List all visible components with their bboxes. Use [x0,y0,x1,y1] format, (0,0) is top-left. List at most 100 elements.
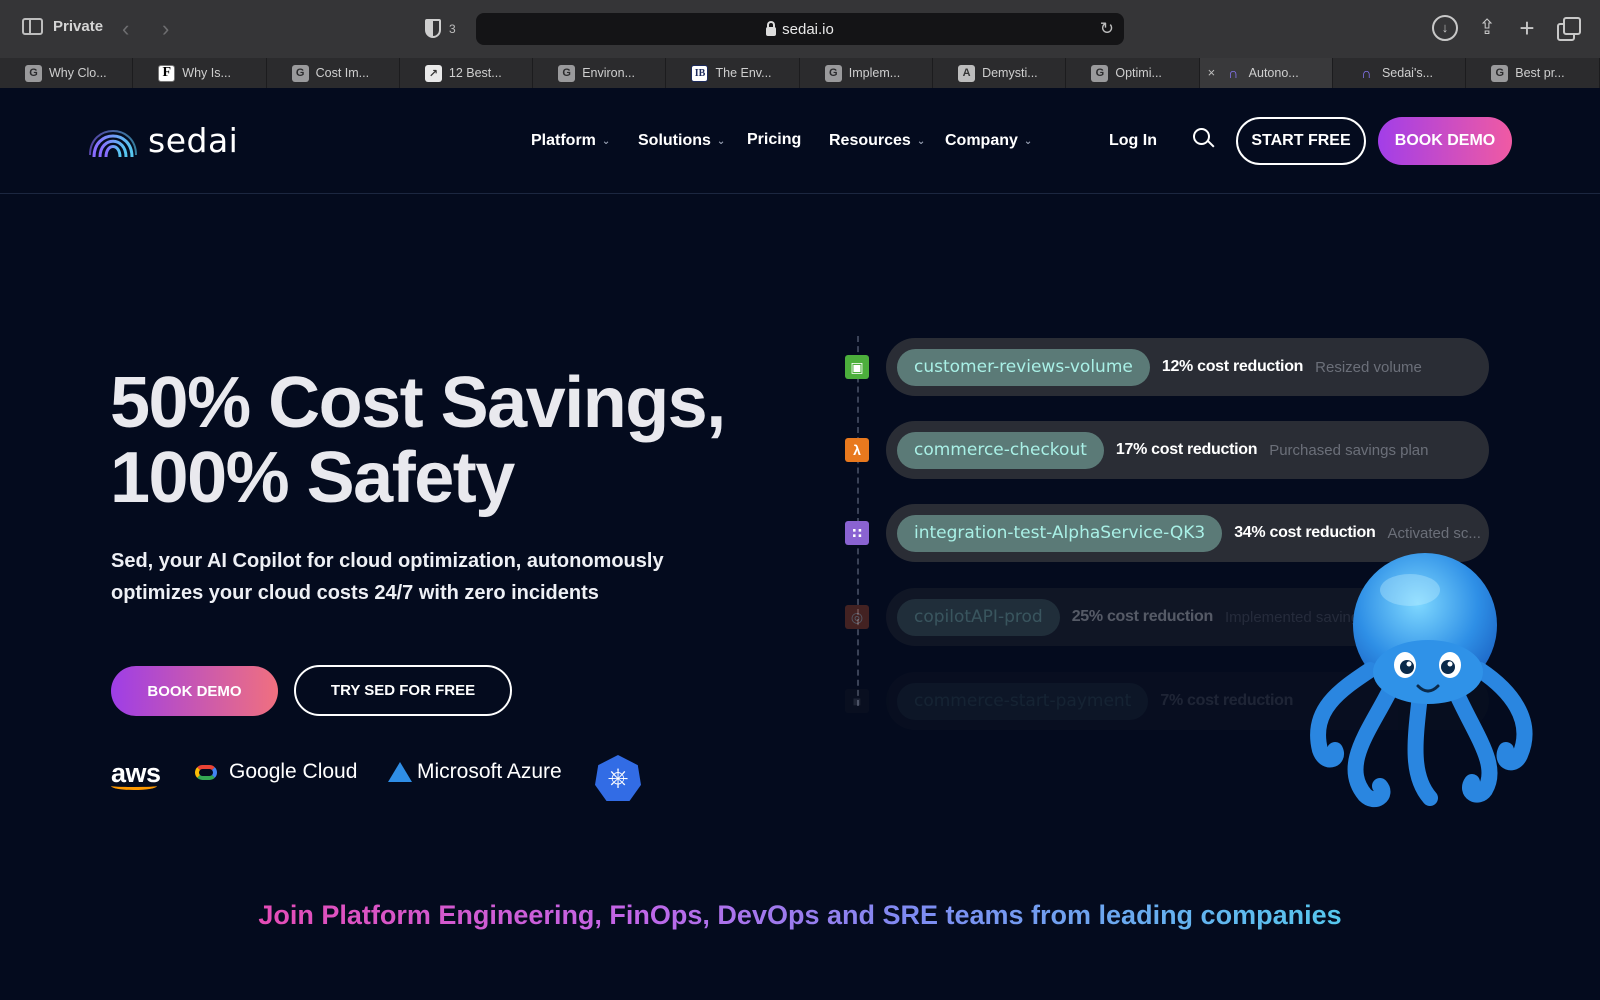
nav-pricing-label: Pricing [747,131,802,148]
reload-icon[interactable]: ↻ [1100,19,1114,39]
tab-favicon-icon: G [824,64,842,82]
forward-button[interactable]: › [162,16,169,42]
tab-bar: G Why Clo... F Why Is... G Cost Im... ↗ 12 Best… [0,58,1600,88]
hero-title-line1: 50% Cost Savings, [110,363,726,443]
login-label: Log In [1109,132,1157,149]
back-button[interactable]: ‹ [122,16,129,42]
browser-tab[interactable]: ↗ 12 Best... [400,58,534,88]
cost-reduction-text: 25% cost reduction [1071,608,1214,625]
browser-tab[interactable]: × ∩ Autono... [1199,58,1333,88]
web-page: sedai Platform ⌄ Solutions ⌄ Pricing Resou… [0,88,1600,1000]
optimization-row: commerce-checkout 17% cost reduction Purch… [886,421,1489,479]
browser-tab[interactable]: G Why Clo... [0,58,134,88]
tab-favicon-icon: ↗ [424,64,442,82]
service-icon: ◎ [845,605,869,629]
kubernetes-logo: ⎈ [595,755,641,801]
tab-overview-icon[interactable] [1555,15,1581,41]
tab-favicon-icon: IB [691,64,709,82]
chevron-down-icon: ⌄ [1023,136,1033,147]
aws-smile-icon [111,782,157,790]
resource-name: commerce-checkout [897,431,1104,469]
privacy-report-button[interactable]: 3 [425,19,456,38]
google-cloud-text: Google Cloud [229,760,358,783]
sedai-logo[interactable]: sedai [88,119,238,161]
private-label: Private [53,18,104,35]
browser-tab[interactable]: IB The Env... [666,58,800,88]
browser-tab-label: The Env... [715,66,772,80]
sidebar-toggle-button[interactable]: Private [22,18,103,35]
share-icon[interactable]: ⇪ [1474,15,1500,41]
tab-favicon-icon: G [291,64,309,82]
resource-name: commerce-start-payment [897,682,1149,720]
shield-icon [425,19,441,38]
aws-logo: aws [111,758,161,790]
login-link[interactable]: Log In [1109,132,1157,150]
browser-tab-label: Autono... [1248,66,1299,80]
lock-icon [766,20,777,36]
cost-reduction-text: 12% cost reduction [1161,358,1304,375]
browser-tab-label: Demysti... [982,66,1038,80]
browser-tab[interactable]: A Demysti... [933,58,1067,88]
download-icon[interactable]: ↓ [1432,15,1458,41]
nav-platform-label: Platform [531,132,596,149]
google-cloud-logo: Google Cloud [193,760,357,784]
cost-reduction-text: 7% cost reduction [1160,692,1294,709]
tab-favicon-icon: F [158,64,176,82]
book-demo-button[interactable]: BOOK DEMO [111,666,278,716]
search-icon[interactable] [1193,128,1215,150]
resource-name: integration-test-AlphaService-QK3 [897,514,1223,552]
browser-tab-label: Cost Im... [315,66,370,80]
browser-tab-label: Implem... [848,66,901,80]
hero-title: 50% Cost Savings, 100% Safety [110,366,730,516]
azure-text: Microsoft Azure [417,760,562,783]
azure-icon [388,762,412,782]
browser-tab-label: Environ... [582,66,635,80]
start-free-button[interactable]: START FREE [1236,117,1366,165]
browser-tab-label: 12 Best... [448,66,502,80]
browser-tab-label: Why Is... [182,66,231,80]
site-header: sedai Platform ⌄ Solutions ⌄ Pricing Resou… [0,88,1600,194]
service-icon: ▣ [845,355,869,379]
action-text: Resized volume [1315,358,1422,376]
nav-solutions[interactable]: Solutions ⌄ [638,132,725,150]
sidebar-icon [22,18,43,35]
service-icon: ■ [845,689,869,713]
browser-tab[interactable]: G Environ... [533,58,667,88]
chevron-down-icon: ⌄ [716,136,726,147]
browser-tab[interactable]: ∩ Sedai's... [1333,58,1467,88]
join-teams-text: Join Platform Engineering, FinOps, DevOp… [258,900,1342,930]
optimization-row: customer-reviews-volume 12% cost reductio… [886,338,1489,396]
nav-pricing[interactable]: Pricing [747,131,801,149]
close-tab-icon[interactable]: × [1208,65,1216,80]
chevron-down-icon: ⌄ [916,136,926,147]
octopus-mascot-icon [1310,553,1533,808]
service-icon: λ [845,438,869,462]
browser-tab[interactable]: G Best pr... [1466,58,1600,88]
browser-tab-label: Best pr... [1515,66,1565,80]
browser-tab[interactable]: G Implem... [800,58,934,88]
tab-favicon-icon: G [1491,64,1509,82]
browser-tab[interactable]: G Optimi... [1066,58,1200,88]
resource-name: customer-reviews-volume [897,348,1150,386]
join-teams-heading: Join Platform Engineering, FinOps, DevOp… [0,900,1600,931]
address-bar[interactable]: sedai.io ↻ [476,13,1124,45]
logo-text: sedai [148,120,239,160]
tab-favicon-icon: A [958,64,976,82]
browser-chrome: Private ‹ › 3 sedai.io ↻ ↓ ⇪ + G Why Clo.… [0,0,1600,88]
sedai-logo-icon [89,130,137,158]
browser-tab[interactable]: G Cost Im... [267,58,400,88]
browser-tab[interactable]: F Why Is... [133,58,267,88]
nav-solutions-label: Solutions [638,132,711,149]
tab-favicon-icon: G [558,64,576,82]
try-sed-free-button[interactable]: TRY SED FOR FREE [294,665,512,716]
chevron-down-icon: ⌄ [601,136,611,147]
new-tab-icon[interactable]: + [1514,15,1540,41]
nav-company[interactable]: Company ⌄ [945,132,1032,150]
hero-title-line2: 100% Safety [110,438,515,518]
tab-favicon-icon: G [25,64,42,82]
nav-resources-label: Resources [829,132,911,149]
nav-resources[interactable]: Resources ⌄ [829,132,925,150]
tab-favicon-icon: ∩ [1228,65,1239,81]
nav-platform[interactable]: Platform ⌄ [531,132,610,150]
book-demo-header-button[interactable]: BOOK DEMO [1378,117,1512,165]
